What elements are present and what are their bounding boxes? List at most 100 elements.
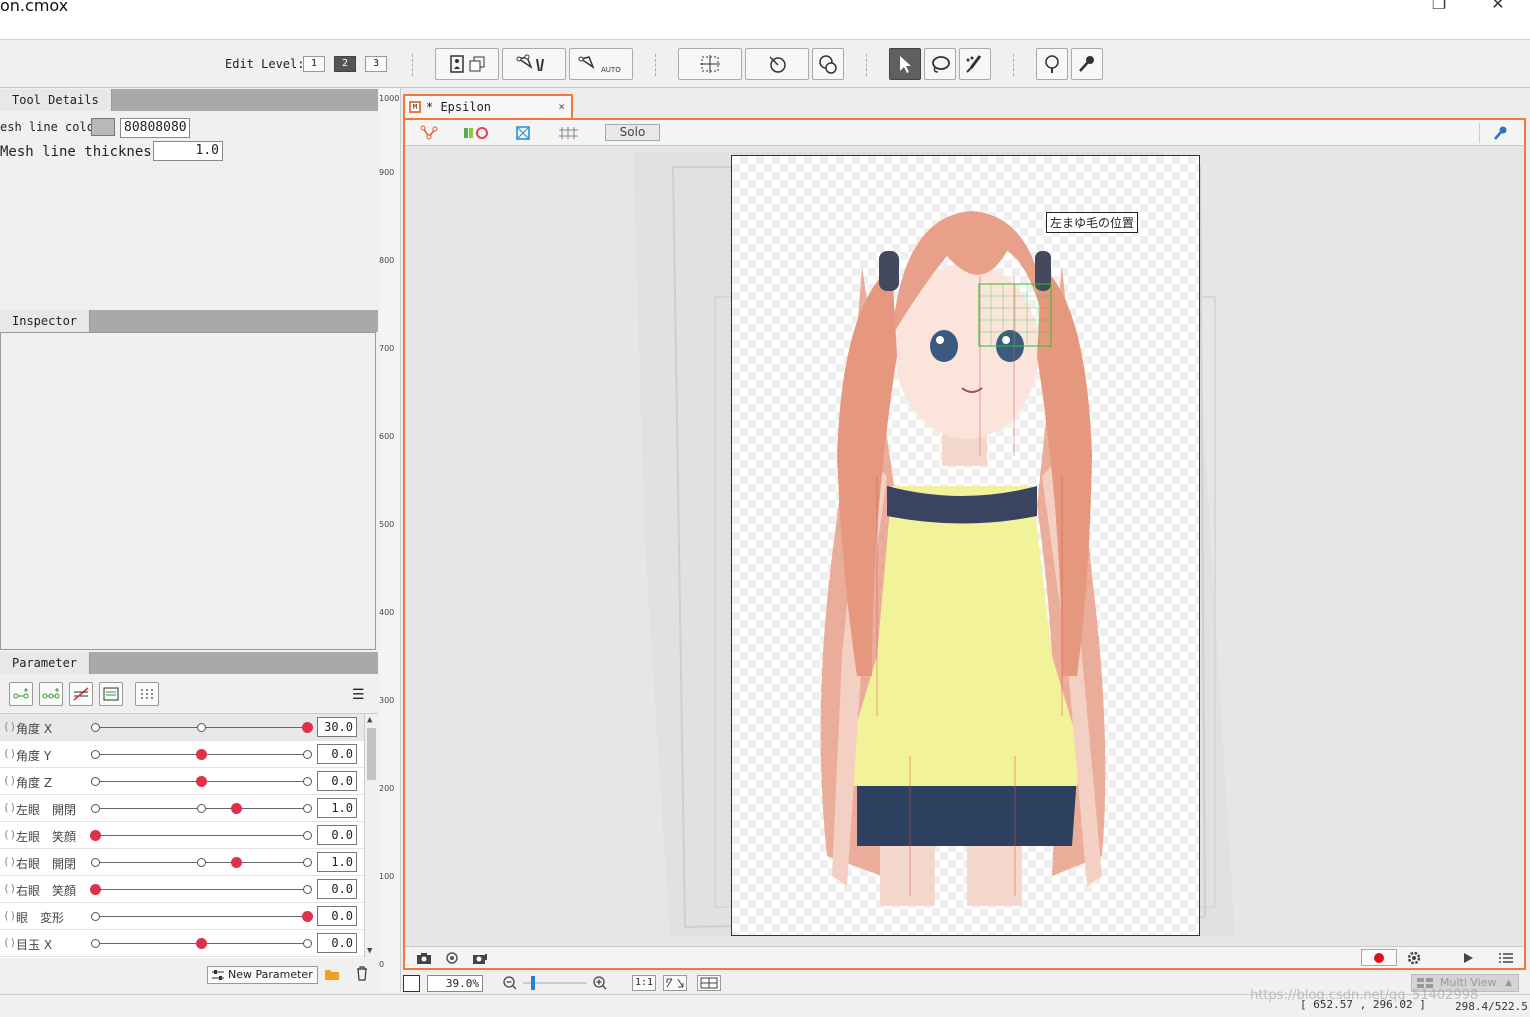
- parameter-slider[interactable]: [96, 835, 308, 836]
- table-row[interactable]: () 左眼 開閉 1.0: [0, 795, 364, 822]
- parameter-value-marker[interactable]: [90, 830, 101, 841]
- camera-button[interactable]: [413, 949, 435, 967]
- key-point[interactable]: [197, 804, 206, 813]
- link-icon[interactable]: (): [3, 909, 16, 922]
- add-3keys-button[interactable]: [39, 682, 63, 706]
- list-button[interactable]: [1495, 949, 1517, 967]
- parameter-value-marker[interactable]: [302, 911, 313, 922]
- link-icon[interactable]: (): [3, 720, 16, 733]
- parameter-value-marker[interactable]: [196, 938, 207, 949]
- canvas-stage[interactable]: 左まゆ毛の位置: [405, 147, 1524, 945]
- hamburger-menu-icon[interactable]: ☰: [352, 687, 365, 703]
- key-point[interactable]: [303, 831, 312, 840]
- edit-level-3-button[interactable]: 3: [365, 56, 387, 72]
- link-icon[interactable]: (): [3, 936, 16, 949]
- split-view-button[interactable]: [697, 975, 721, 991]
- trash-icon[interactable]: [354, 965, 370, 981]
- table-row[interactable]: () 角度 Y 0.0: [0, 741, 364, 768]
- parameter-grid-button[interactable]: [135, 682, 159, 706]
- solo-button[interactable]: Solo: [605, 124, 660, 141]
- table-row[interactable]: () 眼 変形 0.0: [0, 903, 364, 930]
- document-tab[interactable]: M * Epsilon ×: [403, 94, 573, 118]
- table-row[interactable]: () 左眼 笑顔 0.0: [0, 822, 364, 849]
- close-tab-icon[interactable]: ×: [558, 100, 565, 113]
- parameter-tab[interactable]: Parameter: [0, 652, 91, 674]
- camera-reset-button[interactable]: [469, 949, 491, 967]
- artboard[interactable]: [731, 155, 1200, 936]
- link-icon[interactable]: (): [3, 747, 16, 760]
- key-point[interactable]: [303, 858, 312, 867]
- view-pin-button[interactable]: [1479, 123, 1519, 143]
- art-mesh-edit-button[interactable]: [435, 48, 499, 80]
- actual-size-button[interactable]: 1:1: [632, 975, 656, 991]
- zoom-slider-handle[interactable]: [531, 976, 535, 990]
- zoom-slider[interactable]: [523, 976, 587, 990]
- parameter-value-input[interactable]: 0.0: [317, 906, 357, 926]
- parameter-scrollbar[interactable]: ▲ ▼: [364, 714, 378, 958]
- parameter-value-input[interactable]: 0.0: [317, 744, 357, 764]
- parameter-value-marker[interactable]: [196, 749, 207, 760]
- glue-show-button[interactable]: [461, 123, 491, 143]
- camera-sub-button[interactable]: [441, 949, 463, 967]
- table-row[interactable]: () 右眼 開閉 1.0: [0, 849, 364, 876]
- brush-select-button[interactable]: [959, 48, 991, 80]
- table-row[interactable]: () 右眼 笑顔 0.0: [0, 876, 364, 903]
- link-icon[interactable]: (): [3, 882, 16, 895]
- parameter-value-marker[interactable]: [231, 803, 243, 814]
- delete-key-button[interactable]: [69, 682, 93, 706]
- key-point[interactable]: [91, 939, 100, 948]
- zoom-input[interactable]: 39.0%: [427, 975, 483, 992]
- play-button[interactable]: [1457, 949, 1479, 967]
- scroll-thumb[interactable]: [367, 728, 376, 780]
- key-point[interactable]: [197, 723, 206, 732]
- key-point[interactable]: [91, 858, 100, 867]
- inspector-tab[interactable]: Inspector: [0, 310, 91, 332]
- zoom-in-icon[interactable]: [592, 975, 608, 994]
- parameter-value-input[interactable]: 0.0: [317, 825, 357, 845]
- close-window-icon[interactable]: ✕: [1488, 0, 1508, 14]
- lasso-tool-button[interactable]: [924, 48, 956, 80]
- view-mode-checkbox[interactable]: [403, 975, 420, 992]
- deformer-show-button[interactable]: [419, 123, 439, 143]
- auto-mesh-button[interactable]: AUTO: [569, 48, 633, 80]
- grid-show-button[interactable]: [557, 123, 581, 143]
- mesh-line-color-input[interactable]: 80808080: [120, 118, 190, 138]
- parameter-value-input[interactable]: 0.0: [317, 771, 357, 791]
- folder-icon[interactable]: [324, 966, 340, 982]
- table-row[interactable]: () 角度 Z 0.0: [0, 768, 364, 795]
- settings-button[interactable]: [1403, 949, 1425, 967]
- new-parameter-button[interactable]: New Parameter: [207, 966, 318, 984]
- parameter-value-input[interactable]: 30.0: [317, 717, 357, 737]
- parameter-slider[interactable]: [96, 889, 308, 890]
- parameter-value-input[interactable]: 0.0: [317, 879, 357, 899]
- rotation-warp-button[interactable]: [812, 48, 844, 80]
- edit-level-1-button[interactable]: 1: [303, 56, 325, 72]
- key-point[interactable]: [91, 723, 100, 732]
- record-button[interactable]: [1361, 949, 1397, 966]
- parameter-value-marker[interactable]: [90, 884, 101, 895]
- parameter-value-marker[interactable]: [196, 776, 207, 787]
- mesh-brush-button[interactable]: [502, 48, 566, 80]
- add-key-button[interactable]: [9, 682, 33, 706]
- parameter-settings-button[interactable]: [99, 682, 123, 706]
- mesh-line-color-swatch[interactable]: [91, 118, 115, 136]
- key-point[interactable]: [303, 750, 312, 759]
- link-icon[interactable]: (): [3, 774, 16, 787]
- scroll-up-icon[interactable]: ▲: [367, 715, 372, 725]
- parameter-value-input[interactable]: 1.0: [317, 798, 357, 818]
- select-tool-button[interactable]: [889, 48, 921, 80]
- table-row[interactable]: () 目玉 X 0.0: [0, 930, 364, 957]
- parameter-value-marker[interactable]: [231, 857, 243, 868]
- scroll-down-icon[interactable]: ▼: [367, 946, 372, 956]
- fit-view-button[interactable]: [663, 975, 687, 991]
- eyedropper-tool-button[interactable]: [1071, 48, 1103, 80]
- mesh-show-button[interactable]: [513, 123, 533, 143]
- parameter-slider[interactable]: [96, 916, 308, 917]
- table-row[interactable]: () 角度 X 30.0: [0, 714, 364, 741]
- key-point[interactable]: [303, 885, 312, 894]
- key-point[interactable]: [91, 750, 100, 759]
- link-icon[interactable]: (): [3, 828, 16, 841]
- mesh-line-thickness-input[interactable]: 1.0: [153, 141, 223, 161]
- edit-level-2-button[interactable]: 2: [334, 56, 356, 72]
- zoom-out-icon[interactable]: [502, 975, 518, 994]
